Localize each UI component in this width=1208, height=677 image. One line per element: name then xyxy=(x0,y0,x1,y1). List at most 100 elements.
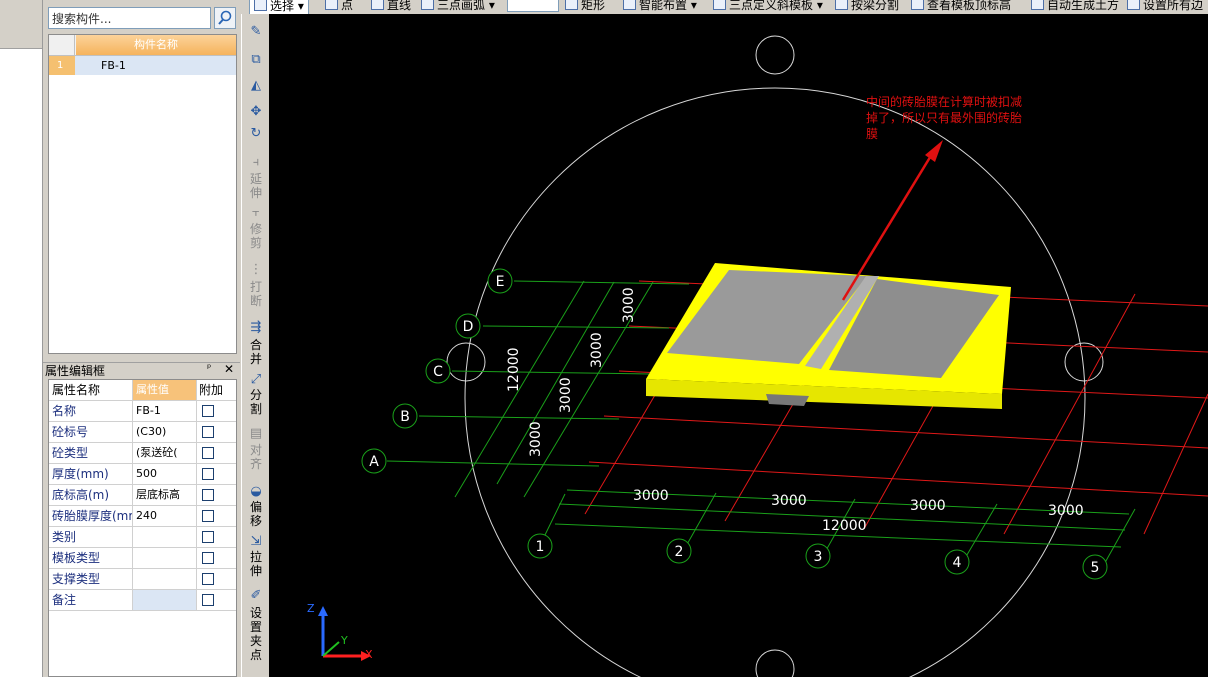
smart-layout-icon xyxy=(623,0,636,10)
trim-icon[interactable]: ⫟ xyxy=(248,205,264,221)
extra-checkbox[interactable] xyxy=(202,531,214,543)
dim-bottom-2: 3000 xyxy=(771,493,807,509)
arc-button[interactable]: 三点画弧 ▾ xyxy=(421,0,495,13)
align-icon[interactable]: ▤ xyxy=(248,426,264,442)
dim-left-total: 12000 xyxy=(506,347,522,392)
property-value[interactable] xyxy=(133,569,197,589)
property-value[interactable] xyxy=(133,527,197,547)
rectangle-icon xyxy=(565,0,578,10)
rotate-handle-top[interactable] xyxy=(755,35,795,75)
grip-icon[interactable]: ✐ xyxy=(248,588,264,604)
mirror-icon[interactable]: ◭ xyxy=(248,78,264,94)
extra-checkbox[interactable] xyxy=(202,447,214,459)
split-button[interactable]: 分割 xyxy=(249,388,263,416)
property-row[interactable]: 砼标号 (C30) xyxy=(49,422,236,443)
component-list: 构件名称 1 FB-1 xyxy=(48,34,237,354)
offset-icon[interactable]: ◒ xyxy=(248,484,264,500)
dim-bottom-3: 3000 xyxy=(910,498,946,514)
header-property-value: 属性值 xyxy=(133,380,197,400)
trim-button[interactable]: 修剪 xyxy=(249,222,263,250)
axis-label-e: E xyxy=(496,274,505,290)
dim-bottom-total: 12000 xyxy=(822,518,867,534)
set-all-edges-button[interactable]: 设置所有边 xyxy=(1127,0,1203,13)
line-icon xyxy=(371,0,384,10)
extra-checkbox[interactable] xyxy=(202,405,214,417)
drawing-canvas[interactable]: 中间的砖胎膜在计算时被扣减 掉了，所以只有最外围的砖胎 膜 E D C B A … xyxy=(269,14,1208,677)
break-button[interactable]: 打断 xyxy=(249,280,263,308)
close-icon[interactable]: ✕ xyxy=(224,362,234,376)
line-button[interactable]: 直线 xyxy=(371,0,411,13)
axis-label-5: 5 xyxy=(1091,560,1100,576)
split-by-beam-button[interactable]: 按梁分割 xyxy=(835,0,899,13)
ucs-icon: Z Y X xyxy=(307,602,373,661)
merge-button[interactable]: 合并 xyxy=(249,338,263,366)
extra-checkbox[interactable] xyxy=(202,552,214,564)
split-icon[interactable]: ⤢ xyxy=(248,372,264,388)
auto-earthwork-button[interactable]: 自动生成土方 xyxy=(1031,0,1119,13)
property-row[interactable]: 砖胎膜厚度(mm 240 xyxy=(49,506,236,527)
set-grip-button[interactable]: 设置夹点 xyxy=(249,606,263,662)
extend-button[interactable]: 延伸 xyxy=(249,172,263,200)
property-row[interactable]: 厚度(mm) 500 xyxy=(49,464,236,485)
ucs-y-label: Y xyxy=(340,634,348,647)
pen-icon[interactable]: ✎ xyxy=(248,24,264,40)
pin-icon[interactable]: ᵖ xyxy=(207,363,211,374)
property-value[interactable]: (C30) xyxy=(133,422,197,442)
move-icon[interactable]: ✥ xyxy=(248,104,264,120)
property-header-row: 属性名称 属性值 附加 xyxy=(49,380,236,401)
raft-slab[interactable] xyxy=(646,263,1011,409)
rectangle-button[interactable]: 矩形 xyxy=(565,0,605,13)
extend-icon[interactable]: ⫞ xyxy=(248,155,264,171)
property-value[interactable]: (泵送砼( xyxy=(133,443,197,463)
header-component-name[interactable]: 构件名称 xyxy=(76,35,236,55)
property-value[interactable]: 层底标高 xyxy=(133,485,197,505)
align-button[interactable]: 对齐 xyxy=(249,443,263,471)
draw-mode-dropdown[interactable] xyxy=(507,0,559,12)
property-name: 砼标号 xyxy=(49,422,133,442)
extra-checkbox[interactable] xyxy=(202,510,214,522)
property-value[interactable]: FB-1 xyxy=(133,401,197,421)
rotate-handle-bottom[interactable] xyxy=(755,649,795,677)
property-row[interactable]: 砼类型 (泵送砼( xyxy=(49,443,236,464)
annotation-arrow xyxy=(841,140,943,301)
axis-label-4: 4 xyxy=(953,555,962,571)
search-button[interactable] xyxy=(214,7,236,29)
select-button[interactable]: 选择 ▾ xyxy=(249,0,309,14)
property-row[interactable]: 名称 FB-1 xyxy=(49,401,236,422)
property-value[interactable] xyxy=(133,548,197,568)
stretch-button[interactable]: 拉伸 xyxy=(249,550,263,578)
property-row[interactable]: 类别 xyxy=(49,527,236,548)
property-value[interactable]: 500 xyxy=(133,464,197,484)
extra-checkbox[interactable] xyxy=(202,426,214,438)
property-row[interactable]: 支撑类型 xyxy=(49,569,236,590)
pointer-icon xyxy=(254,0,267,11)
table-row[interactable]: 1 FB-1 xyxy=(49,56,236,75)
extra-checkbox[interactable] xyxy=(202,573,214,585)
property-value[interactable]: 240 xyxy=(133,506,197,526)
extra-checkbox[interactable] xyxy=(202,489,214,501)
view-slab-elevation-button[interactable]: 查看模板顶标高 xyxy=(911,0,1011,13)
stretch-icon[interactable]: ⇲ xyxy=(248,534,264,550)
drawing-svg[interactable]: 中间的砖胎膜在计算时被扣减 掉了，所以只有最外围的砖胎 膜 E D C B A … xyxy=(269,14,1208,677)
extra-checkbox[interactable] xyxy=(202,594,214,606)
header-property-name: 属性名称 xyxy=(49,380,133,400)
left-strip-tab[interactable] xyxy=(0,0,42,49)
define-slope-slab-button[interactable]: 三点定义斜模板 ▾ xyxy=(713,0,823,13)
search-input[interactable]: 搜索构件... xyxy=(48,7,211,29)
offset-button[interactable]: 偏移 xyxy=(249,500,263,528)
property-row[interactable]: 模板类型 xyxy=(49,548,236,569)
dim-bottom-1: 3000 xyxy=(633,488,669,504)
copy-icon[interactable]: ⧉ xyxy=(248,52,264,68)
property-row[interactable]: 底标高(m) 层底标高 xyxy=(49,485,236,506)
property-value[interactable] xyxy=(133,590,197,610)
axis-label-2: 2 xyxy=(675,544,684,560)
point-button[interactable]: 点 xyxy=(325,0,353,13)
ucs-z-label: Z xyxy=(307,602,315,615)
rotate-icon[interactable]: ↻ xyxy=(248,126,264,142)
merge-icon[interactable]: ⇶ xyxy=(248,320,264,336)
break-icon[interactable]: ⋮ xyxy=(248,262,264,278)
header-extra: 附加 xyxy=(199,383,224,397)
property-row[interactable]: 备注 xyxy=(49,590,236,611)
extra-checkbox[interactable] xyxy=(202,468,214,480)
smart-layout-button[interactable]: 智能布置 ▾ xyxy=(623,0,697,13)
